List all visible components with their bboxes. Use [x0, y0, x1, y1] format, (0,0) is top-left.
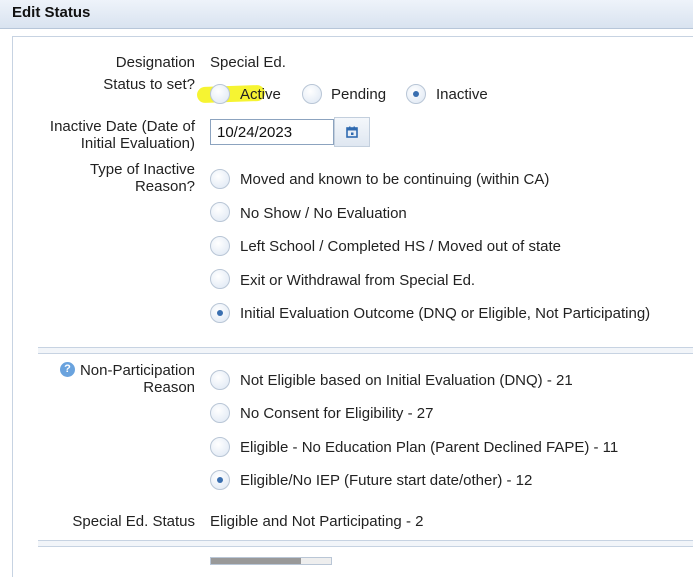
reason-noshow-label[interactable]: No Show / No Evaluation — [240, 205, 407, 222]
inactive-date-input[interactable] — [210, 119, 334, 145]
non-participation-label-line1: Non-Participation — [79, 362, 195, 379]
dialog-title: Edit Status — [12, 4, 91, 21]
reason-noshow-radio[interactable] — [210, 202, 230, 222]
status-label: Status to set? — [103, 76, 195, 93]
status-pending-radio[interactable] — [302, 84, 322, 104]
np-no-consent-radio[interactable] — [210, 403, 230, 423]
calendar-icon — [346, 126, 358, 138]
status-inactive-label[interactable]: Inactive — [436, 86, 488, 103]
inactive-reason-label-line2: Reason? — [134, 178, 195, 195]
status-active-label[interactable]: Active — [240, 86, 281, 103]
np-no-consent-label[interactable]: No Consent for Eligibility - 27 — [240, 405, 433, 422]
dialog-titlebar: Edit Status — [0, 0, 693, 29]
help-icon[interactable]: ? — [60, 362, 75, 377]
inactive-date-label: Inactive Date (Date of Initial Evaluatio… — [30, 118, 195, 152]
section-divider — [38, 347, 693, 354]
calendar-button[interactable] — [334, 117, 370, 147]
reason-exit-label[interactable]: Exit or Withdrawal from Special Ed. — [240, 272, 475, 289]
designation-label: Designation — [115, 54, 195, 71]
np-no-plan-label[interactable]: Eligible - No Education Plan (Parent Dec… — [240, 439, 618, 456]
inactive-reason-label-line1: Type of Inactive — [89, 161, 195, 178]
special-ed-status-value: Eligible and Not Participating - 2 — [210, 513, 424, 530]
np-not-eligible-radio[interactable] — [210, 370, 230, 390]
designation-value: Special Ed. — [210, 54, 286, 71]
special-ed-status-label: Special Ed. Status — [72, 513, 195, 530]
inactive-date-label-line2: Initial Evaluation) — [80, 135, 195, 152]
status-pending-label[interactable]: Pending — [331, 86, 386, 103]
reason-initial-eval-radio[interactable] — [210, 303, 230, 323]
np-not-eligible-label[interactable]: Not Eligible based on Initial Evaluation… — [240, 372, 573, 389]
partial-control[interactable] — [210, 557, 332, 565]
reason-left-school-label[interactable]: Left School / Completed HS / Moved out o… — [240, 238, 561, 255]
reason-moved-radio[interactable] — [210, 169, 230, 189]
reason-exit-radio[interactable] — [210, 269, 230, 289]
status-inactive-radio[interactable] — [406, 84, 426, 104]
np-no-iep-radio[interactable] — [210, 470, 230, 490]
non-participation-label-line2: Reason — [143, 379, 195, 396]
reason-moved-label[interactable]: Moved and known to be continuing (within… — [240, 171, 549, 188]
bottom-divider — [38, 540, 693, 547]
status-active-radio[interactable] — [210, 84, 230, 104]
inactive-reason-label: Type of Inactive Reason? — [40, 161, 195, 195]
np-no-plan-radio[interactable] — [210, 437, 230, 457]
inactive-date-label-line1: Inactive Date (Date of — [49, 118, 195, 135]
reason-initial-eval-label[interactable]: Initial Evaluation Outcome (DNQ or Eligi… — [240, 305, 650, 322]
reason-left-school-radio[interactable] — [210, 236, 230, 256]
non-participation-label: Non-Participation Reason — [76, 362, 195, 396]
np-no-iep-label[interactable]: Eligible/No IEP (Future start date/other… — [240, 472, 532, 489]
